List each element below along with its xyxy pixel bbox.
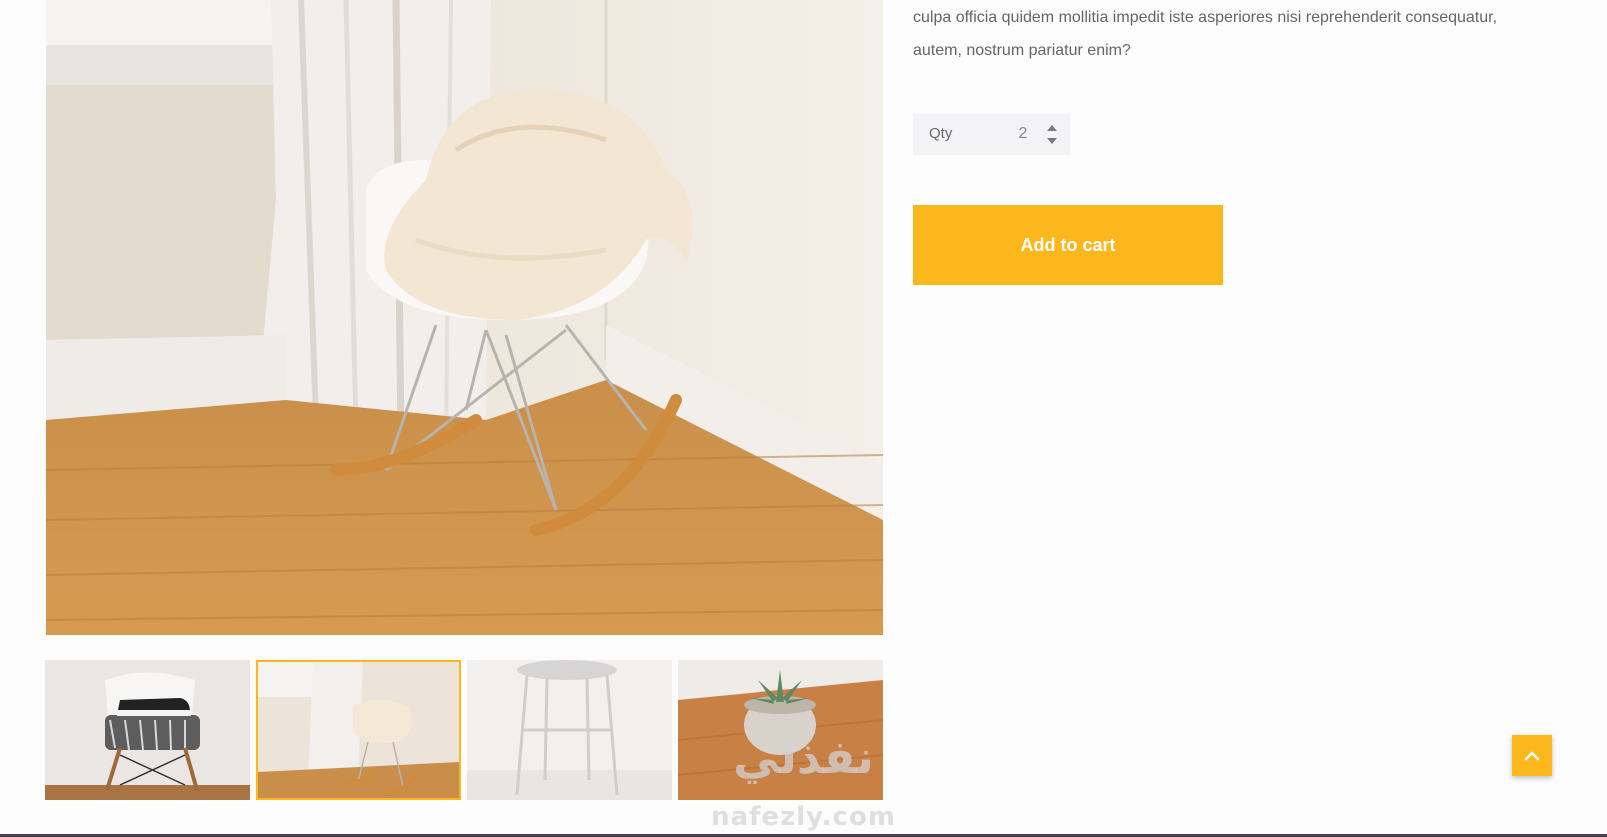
qty-label: Qty (929, 125, 953, 142)
add-to-cart-button[interactable]: Add to cart (913, 205, 1223, 285)
caret-down-icon[interactable] (1046, 136, 1058, 146)
qty-input[interactable] (1009, 120, 1037, 148)
thumbnail-white-stool[interactable] (467, 660, 672, 800)
thumbnail-rocking-chair[interactable] (256, 660, 461, 800)
caret-up-icon[interactable] (1046, 123, 1058, 133)
product-description: culpa officia quidem mollitia impedit is… (913, 9, 1498, 59)
chevron-up-icon (1524, 751, 1540, 760)
watermark-arabic: نفذلي (733, 730, 874, 784)
quantity-stepper: Qty (913, 114, 1070, 155)
back-to-top-button[interactable] (1512, 735, 1552, 776)
thumbnail-chair-with-sneakers[interactable] (45, 660, 250, 800)
product-main-image (46, 0, 883, 635)
watermark-latin: nafezly.com (711, 802, 896, 832)
